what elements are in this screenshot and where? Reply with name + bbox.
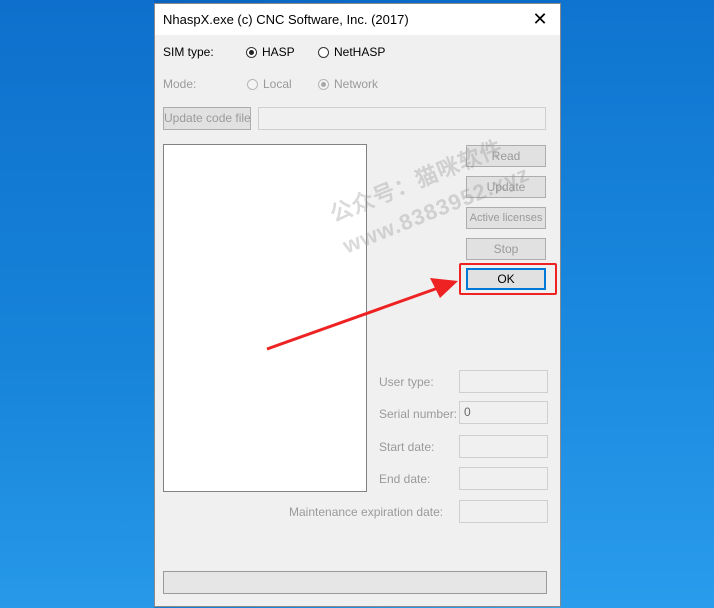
annotation-arrow (266, 278, 458, 351)
arrow-shaft (266, 286, 439, 351)
